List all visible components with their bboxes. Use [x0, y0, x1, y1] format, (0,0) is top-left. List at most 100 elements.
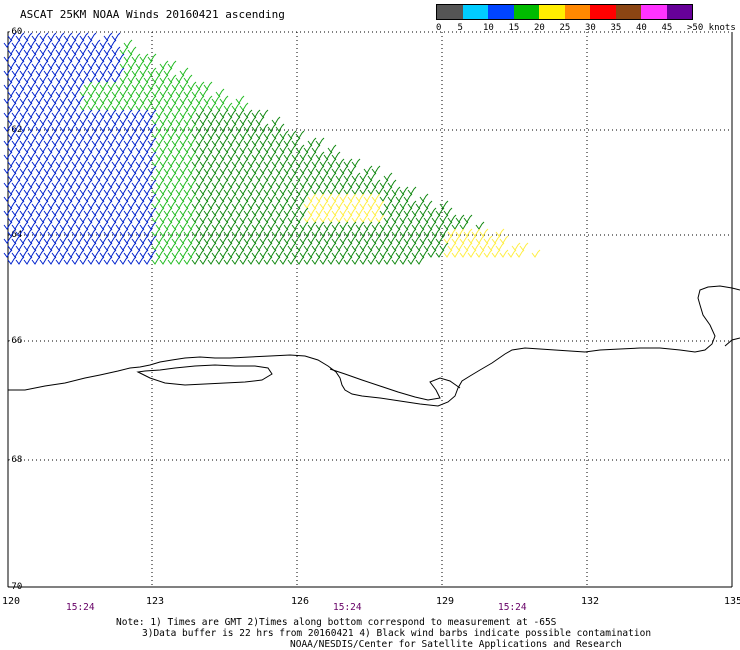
wind-barb: [247, 242, 257, 251]
wind-barb: [311, 144, 321, 153]
wind-barb: [55, 186, 65, 195]
wind-barb: [7, 186, 17, 195]
wind-barb: [443, 249, 453, 258]
wind-barb: [63, 60, 73, 69]
wind-barb: [111, 88, 121, 97]
wind-barb: [199, 88, 209, 97]
wind-barb: [19, 179, 29, 188]
wind-barb: [39, 60, 49, 69]
wind-barb: [199, 102, 209, 111]
wind-barb: [343, 172, 353, 181]
wind-barb: [75, 81, 85, 90]
wind-barb: [363, 165, 373, 174]
wind-barb: [175, 172, 185, 181]
wind-barb: [27, 193, 37, 202]
wind-barb: [99, 109, 109, 118]
wind-barb: [375, 200, 385, 209]
wind-barb: [171, 207, 181, 216]
wind-barb: [35, 39, 45, 48]
wind-barb: [123, 165, 133, 174]
note-line-1: Note: 1) Times are GMT 2)Times along bot…: [116, 617, 557, 628]
wind-barb: [487, 242, 497, 251]
wind-barb: [107, 123, 117, 132]
wind-barb: [63, 256, 73, 265]
wind-barb: [207, 158, 217, 167]
wind-barb: [251, 193, 261, 202]
wind-barb: [383, 200, 393, 209]
wind-barb: [143, 158, 153, 167]
wind-barb: [71, 200, 81, 209]
wind-barb: [87, 200, 97, 209]
wind-barb: [335, 186, 345, 195]
wind-barb: [259, 193, 269, 202]
wind-barb: [279, 200, 289, 209]
wind-barb: [171, 151, 181, 160]
wind-barb: [179, 123, 189, 132]
wind-barb: [111, 228, 121, 237]
wind-barb: [107, 165, 117, 174]
wind-barb: [211, 137, 221, 146]
wind-barb: [79, 74, 89, 83]
wind-barb: [63, 102, 73, 111]
wind-barb: [235, 235, 245, 244]
wind-barb: [199, 116, 209, 125]
wind-barb: [359, 228, 369, 237]
wind-barb: [11, 67, 21, 76]
wind-barb: [55, 200, 65, 209]
wind-barb: [423, 228, 433, 237]
wind-barb: [127, 88, 137, 97]
wind-barb: [195, 235, 205, 244]
wind-barb: [135, 256, 145, 265]
wind-barb: [299, 151, 309, 160]
wind-barb: [63, 116, 73, 125]
wind-barb: [163, 193, 173, 202]
wind-barb: [99, 53, 109, 62]
wind-barb: [275, 165, 285, 174]
wind-barb: [431, 228, 441, 237]
wind-barb: [91, 235, 101, 244]
wind-barb: [143, 116, 153, 125]
wind-barb: [191, 186, 201, 195]
wind-barb: [91, 39, 101, 48]
wind-barb: [31, 214, 41, 223]
wind-barb: [103, 228, 113, 237]
wind-barb: [79, 214, 89, 223]
wind-barb: [63, 130, 73, 139]
wind-barb: [35, 207, 45, 216]
wind-barb: [275, 207, 285, 216]
wind-barb: [411, 235, 421, 244]
wind-barb: [327, 242, 337, 251]
wind-barb: [247, 172, 257, 181]
wind-barb: [51, 193, 61, 202]
wind-barb: [111, 172, 121, 181]
wind-barb: [283, 151, 293, 160]
wind-barb: [171, 81, 181, 90]
wind-barb: [15, 88, 25, 97]
wind-barb: [83, 249, 93, 258]
wind-barb: [47, 88, 57, 97]
wind-barb: [43, 165, 53, 174]
wind-barb: [251, 249, 261, 258]
wind-barb: [27, 207, 37, 216]
wind-barb: [103, 242, 113, 251]
wind-barb: [347, 221, 357, 230]
wind-barb: [339, 235, 349, 244]
wind-barb: [387, 221, 397, 230]
wind-barb: [171, 137, 181, 146]
wind-barb: [303, 200, 313, 209]
wind-barb: [267, 221, 277, 230]
wind-barb: [67, 137, 77, 146]
wind-barb: [119, 228, 129, 237]
wind-barb: [263, 200, 273, 209]
wind-barb: [127, 228, 137, 237]
wind-barb: [407, 200, 417, 209]
wind-barb: [195, 193, 205, 202]
wind-barb: [35, 151, 45, 160]
wind-barb: [339, 165, 349, 174]
wind-barb: [19, 137, 29, 146]
wind-barb: [235, 221, 245, 230]
wind-barb: [271, 116, 281, 125]
wind-barb: [115, 137, 125, 146]
wind-barb: [67, 81, 77, 90]
wind-barb: [87, 214, 97, 223]
